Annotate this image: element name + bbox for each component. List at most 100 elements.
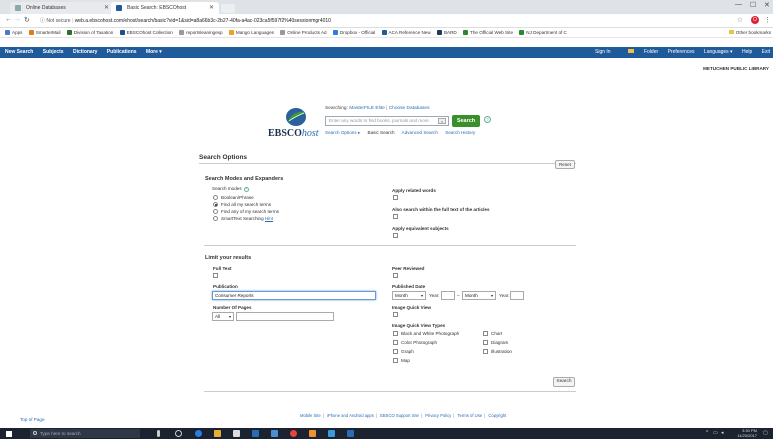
image-quick-view-checkbox[interactable] xyxy=(393,312,398,317)
close-icon[interactable]: ✕ xyxy=(104,2,109,14)
bookmark-star-icon[interactable]: ☆ xyxy=(737,16,743,24)
menu-icon[interactable]: ⋮ xyxy=(764,16,771,24)
image-type-checkbox[interactable] xyxy=(483,331,488,336)
pages-select[interactable]: All ▾ xyxy=(212,312,234,321)
footer-link[interactable]: Mobile Site xyxy=(300,413,321,418)
bookmark-item[interactable]: Mango Languages xyxy=(228,28,274,37)
app-icon[interactable] xyxy=(271,430,278,437)
image-type-checkbox[interactable] xyxy=(483,340,488,345)
new-tab-button[interactable] xyxy=(221,4,235,13)
full-text-checkbox[interactable] xyxy=(213,273,218,278)
mail-icon[interactable] xyxy=(252,430,259,437)
radio-find-any[interactable] xyxy=(213,209,218,214)
bookmark-item[interactable]: Apps xyxy=(5,28,22,37)
search-button[interactable]: Search xyxy=(452,115,480,127)
tray-chevron-icon[interactable]: ^ xyxy=(706,430,708,436)
store-icon[interactable] xyxy=(233,430,240,437)
network-icon[interactable]: ▭ xyxy=(713,430,718,436)
minimize-icon[interactable]: — xyxy=(735,1,742,8)
app-icon[interactable] xyxy=(328,430,335,437)
choose-databases-link[interactable]: Choose Databases xyxy=(389,106,430,111)
close-icon[interactable]: ✕ xyxy=(209,2,214,14)
reload-icon[interactable]: ↻ xyxy=(24,16,30,24)
basic-search-link[interactable]: Basic Search xyxy=(368,130,395,135)
bookmark-item[interactable]: reportsleaningexp xyxy=(179,28,223,37)
nav-folder[interactable]: Folder xyxy=(620,49,658,55)
nav-dictionary[interactable]: Dictionary xyxy=(73,49,97,55)
also-search-fulltext-checkbox[interactable] xyxy=(393,214,398,219)
taskbar-search-input[interactable]: Type here to search xyxy=(30,429,140,438)
file-explorer-icon[interactable] xyxy=(214,430,221,437)
radio-boolean-phrase[interactable] xyxy=(213,195,218,200)
close-window-icon[interactable]: ✕ xyxy=(764,1,770,9)
image-type-checkbox[interactable] xyxy=(393,331,398,336)
bookmark-item[interactable]: The Official Web Site xyxy=(463,28,513,37)
nav-more[interactable]: More ▾ xyxy=(146,49,162,55)
options-search-button[interactable]: Search xyxy=(553,377,575,387)
nav-languages[interactable]: Languages ▾ xyxy=(704,49,733,55)
footer-link[interactable]: Terms of Use xyxy=(457,413,482,418)
nav-publications[interactable]: Publications xyxy=(107,49,137,55)
edge-browser-icon[interactable] xyxy=(195,430,202,437)
image-type-checkbox[interactable] xyxy=(393,349,398,354)
search-help-icon[interactable]: ? xyxy=(484,116,491,123)
footer-link[interactable]: iPhone and Android apps xyxy=(327,413,374,418)
year-to-input[interactable] xyxy=(510,291,524,300)
back-icon[interactable]: ← xyxy=(5,16,12,23)
hint-link[interactable]: Hint xyxy=(265,216,273,221)
image-type-checkbox[interactable] xyxy=(393,358,398,363)
bookmark-item[interactable]: Division of Taxation xyxy=(66,28,113,37)
apply-equivalent-checkbox[interactable] xyxy=(393,233,398,238)
url-input[interactable]: ⓘ Not secure | web.a.ebscohost.com/ehost… xyxy=(40,16,716,26)
task-view-icon[interactable] xyxy=(175,430,182,437)
forward-icon[interactable]: → xyxy=(14,16,21,23)
search-history-link[interactable]: Search History xyxy=(445,130,475,135)
pages-input[interactable] xyxy=(236,312,334,321)
bookmark-item[interactable]: BARD xyxy=(436,28,457,37)
nav-preferences[interactable]: Preferences xyxy=(668,49,695,55)
radio-smarttext[interactable] xyxy=(213,216,218,221)
year-from-input[interactable] xyxy=(441,291,455,300)
footer-link[interactable]: Copyright xyxy=(488,413,506,418)
publication-input[interactable]: Consumer Reports xyxy=(212,291,376,300)
image-type-checkbox[interactable] xyxy=(393,340,398,345)
app-icon[interactable] xyxy=(309,430,316,437)
nav-help[interactable]: Help xyxy=(742,49,752,55)
bookmark-item[interactable]: NJ Department of C xyxy=(519,28,567,37)
peer-reviewed-checkbox[interactable] xyxy=(393,273,398,278)
help-icon[interactable]: ? xyxy=(243,187,249,192)
footer-link[interactable]: EBSCO Support Site xyxy=(380,413,419,418)
apply-related-checkbox[interactable] xyxy=(393,195,398,200)
search-input[interactable]: Enter any words to find books, journals … xyxy=(325,116,449,126)
bookmark-item[interactable]: SmarterMail xyxy=(28,28,61,37)
top-of-page-link[interactable]: Top of Page xyxy=(20,417,45,422)
windows-start-icon[interactable] xyxy=(6,431,12,437)
search-options-link[interactable]: Search Options ▸ xyxy=(325,130,360,135)
chrome-icon[interactable] xyxy=(290,430,297,437)
bookmark-item[interactable]: EBSCOhost Collection xyxy=(119,28,173,37)
image-type-checkbox[interactable] xyxy=(483,349,488,354)
tab-online-databases[interactable]: Online Databases ✕ xyxy=(10,2,114,14)
tab-basic-search[interactable]: Basic Search: EBSCOhost ✕ xyxy=(111,2,219,14)
clock[interactable]: 3:30 PM 11/20/2017 xyxy=(737,428,757,438)
database-link[interactable]: MasterFILE Elite xyxy=(349,106,384,111)
maximize-icon[interactable]: ☐ xyxy=(750,1,756,9)
notifications-icon[interactable]: ▢ xyxy=(763,430,768,436)
volume-icon[interactable]: ◂ xyxy=(721,430,724,436)
advanced-search-link[interactable]: Advanced Search xyxy=(402,130,438,135)
bookmark-item[interactable]: ACA Reference New xyxy=(381,28,431,37)
reset-button[interactable]: Reset xyxy=(555,160,575,169)
clear-search-button[interactable]: × xyxy=(438,118,446,124)
month-from-select[interactable]: Month ▾ xyxy=(392,291,426,300)
nav-sign-in[interactable]: Sign In xyxy=(595,49,611,55)
radio-find-all[interactable] xyxy=(213,202,218,207)
footer-link[interactable]: Privacy Policy xyxy=(425,413,451,418)
bookmark-item[interactable]: Online Products Ad xyxy=(280,28,327,37)
other-bookmarks[interactable]: Other bookmarks xyxy=(724,28,771,37)
nav-exit[interactable]: Exit xyxy=(762,49,770,55)
nav-subjects[interactable]: Subjects xyxy=(43,49,64,55)
extension-icon[interactable]: O xyxy=(751,16,759,24)
nav-new-search[interactable]: New Search xyxy=(5,49,33,55)
month-to-select[interactable]: Month ▾ xyxy=(462,291,496,300)
app-icon[interactable] xyxy=(347,430,354,437)
